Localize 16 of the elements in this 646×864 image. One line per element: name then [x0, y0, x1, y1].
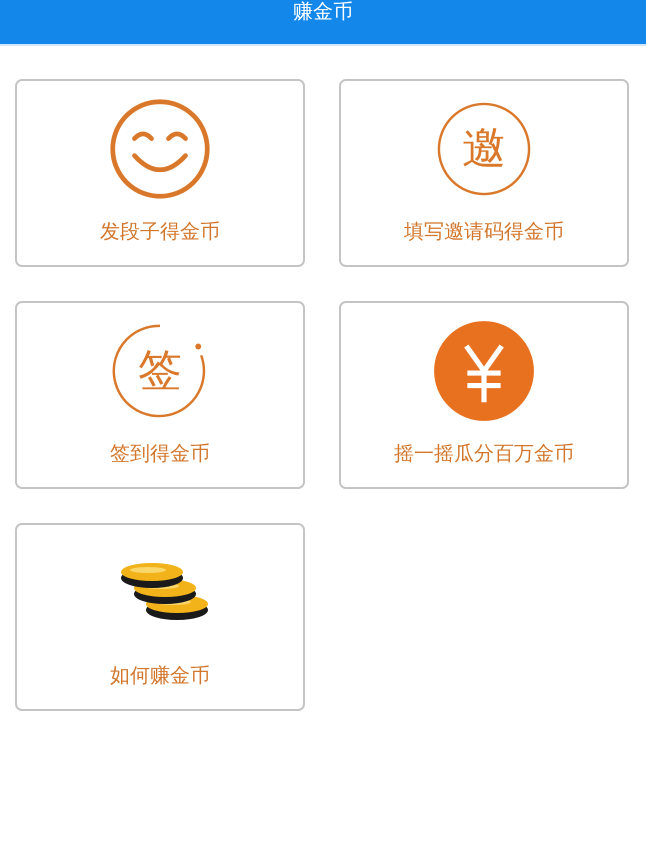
reward-card[interactable]: 发段子得金币	[15, 79, 305, 267]
reward-card[interactable]: 签 签到得金币	[15, 301, 305, 489]
ring-icon	[435, 100, 533, 198]
yen-icon	[432, 319, 536, 423]
card-label: 发段子得金币	[100, 219, 220, 243]
icon-glyph: 签	[138, 347, 182, 395]
icon-glyph: 邀	[462, 125, 506, 173]
reward-card[interactable]: 如何赚金币	[15, 523, 305, 711]
smiley-icon	[108, 97, 212, 201]
page-title: 赚金币	[293, 0, 353, 22]
card-label: 摇一摇瓜分百万金币	[394, 441, 574, 465]
card-label: 如何赚金币	[110, 663, 210, 687]
reward-card[interactable]: 邀 填写邀请码得金币	[339, 79, 629, 267]
card-label: 填写邀请码得金币	[404, 219, 564, 243]
reward-card[interactable]: 摇一摇瓜分百万金币	[339, 301, 629, 489]
card-label: 签到得金币	[110, 441, 210, 465]
